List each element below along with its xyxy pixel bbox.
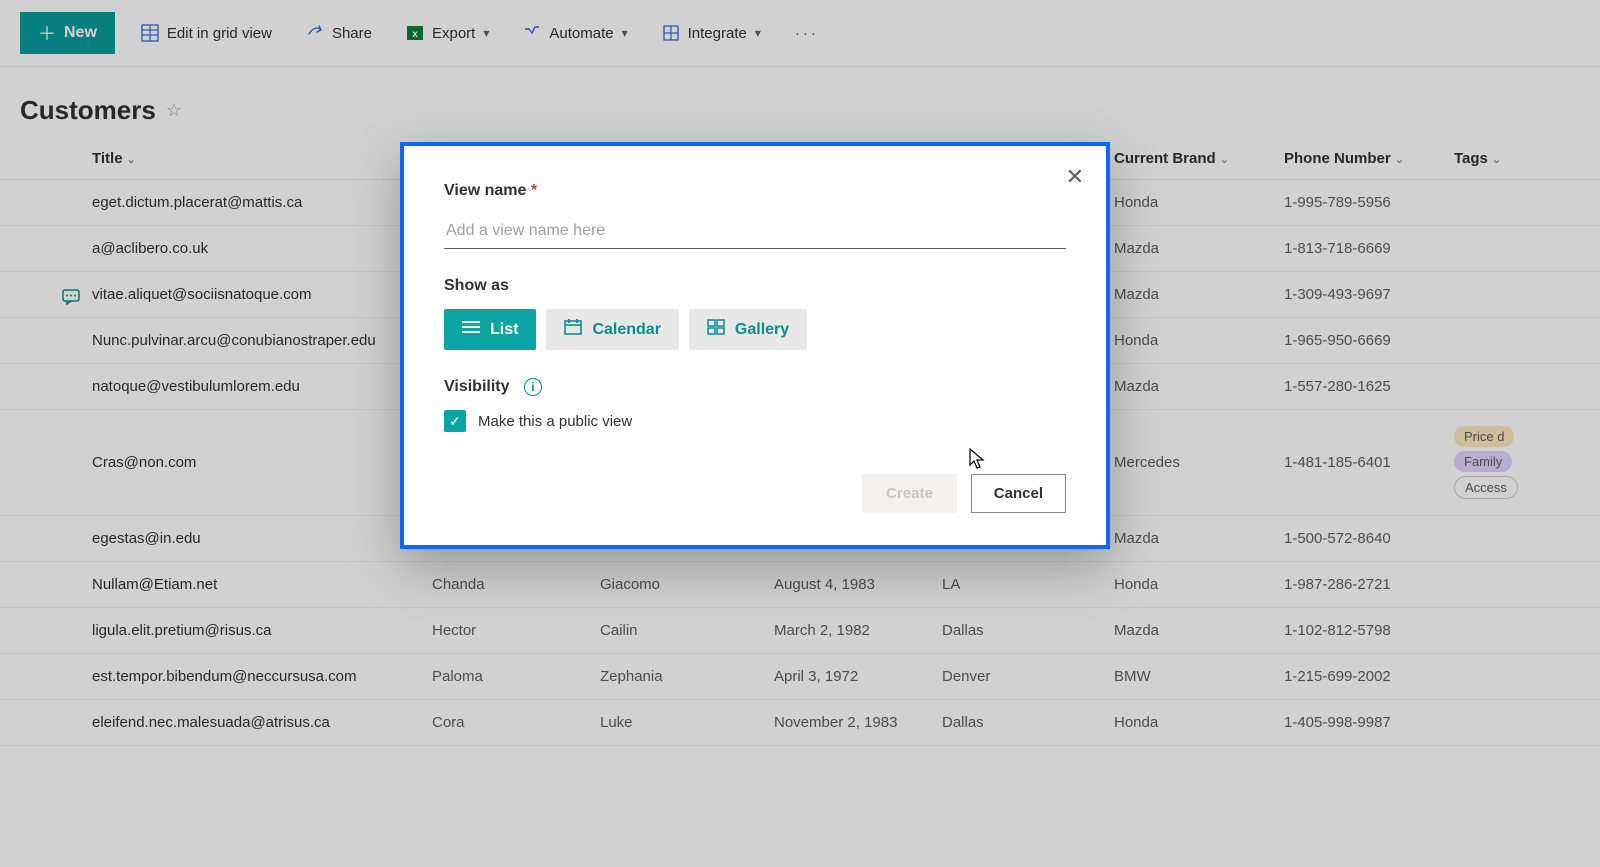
show-as-gallery-label: Gallery	[735, 321, 789, 339]
show-as-list-button[interactable]: List	[444, 309, 536, 350]
create-button[interactable]: Create	[862, 474, 957, 513]
show-as-calendar-label: Calendar	[592, 321, 660, 339]
show-as-label: Show as	[444, 277, 1066, 295]
show-as-list-label: List	[490, 321, 518, 339]
calendar-icon	[564, 319, 582, 340]
list-icon	[462, 320, 480, 339]
view-name-label: View name *	[444, 182, 1066, 200]
public-view-checkbox[interactable]: ✓	[444, 410, 466, 432]
cancel-button[interactable]: Cancel	[971, 474, 1066, 513]
create-view-dialog: ✕ View name * Show as List Calendar	[400, 142, 1110, 549]
public-view-label: Make this a public view	[478, 413, 632, 430]
visibility-label: Visibility i	[444, 378, 1066, 396]
view-name-input[interactable]	[444, 214, 1066, 249]
show-as-calendar-button[interactable]: Calendar	[546, 309, 678, 350]
close-icon[interactable]: ✕	[1066, 164, 1084, 190]
required-mark: *	[531, 182, 537, 199]
show-as-gallery-button[interactable]: Gallery	[689, 309, 807, 350]
info-icon[interactable]: i	[524, 378, 542, 396]
gallery-icon	[707, 319, 725, 340]
